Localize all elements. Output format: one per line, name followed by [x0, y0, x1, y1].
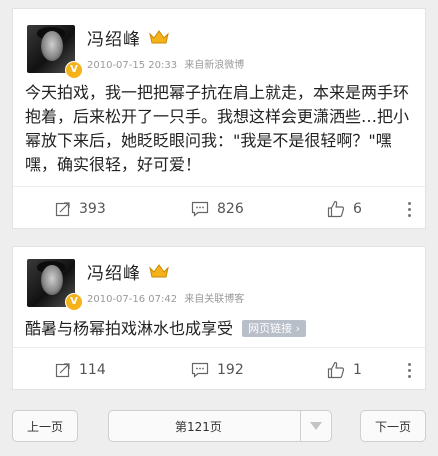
author-name[interactable]: 冯绍峰: [87, 25, 141, 50]
web-link-label: 网页链接: [248, 322, 293, 335]
prev-page-button[interactable]: 上一页: [12, 410, 78, 442]
comment-count: 192: [217, 362, 244, 378]
repost-button[interactable]: 114: [55, 348, 106, 392]
comment-button[interactable]: 192: [191, 348, 244, 392]
repost-icon: [55, 202, 70, 217]
post-content: 酷暑与杨幂拍戏淋水也成享受 网页链接 ›: [25, 317, 419, 341]
more-dots-icon[interactable]: [403, 348, 415, 392]
next-page-button[interactable]: 下一页: [360, 410, 426, 442]
comment-icon: [191, 362, 209, 378]
weibo-card: V 冯绍峰 2010-07-16 07:42 来自关联博客 酷暑与杨幂拍戏淋水也…: [12, 246, 426, 390]
crown-icon: [149, 264, 169, 278]
comment-icon: [191, 201, 209, 217]
like-button[interactable]: 1: [327, 348, 362, 392]
author-name[interactable]: 冯绍峰: [87, 259, 141, 284]
page-select[interactable]: 第121页: [108, 410, 332, 442]
action-bar: 393 826 6: [13, 186, 425, 231]
like-count: 1: [353, 362, 362, 378]
current-page-label: 第121页: [175, 419, 222, 434]
post-meta: 2010-07-16 07:42 来自关联博客: [87, 290, 244, 305]
post-source: 来自关联博客: [184, 294, 245, 305]
action-bar: 114 192 1: [13, 347, 425, 392]
comment-button[interactable]: 826: [191, 187, 244, 231]
chevron-down-icon: [300, 411, 331, 441]
post-meta: 2010-07-15 20:33 来自新浪微博: [87, 56, 244, 71]
repost-count: 393: [79, 201, 106, 217]
verified-badge-icon: V: [65, 61, 83, 79]
thumb-up-icon: [327, 361, 345, 379]
like-count: 6: [353, 201, 362, 217]
thumb-up-icon: [327, 200, 345, 218]
crown-icon: [149, 30, 169, 44]
web-link-tag[interactable]: 网页链接 ›: [242, 320, 307, 337]
post-text: 今天拍戏，我一把把幂子抗在肩上就走，本来是两手环抱着，后来松开了一只手。我想这样…: [25, 83, 410, 174]
repost-button[interactable]: 393: [55, 187, 106, 231]
post-time[interactable]: 2010-07-15 20:33: [87, 60, 177, 71]
comment-count: 826: [217, 201, 244, 217]
weibo-card: V 冯绍峰 2010-07-15 20:33 来自新浪微博 今天拍戏，我一把把幂…: [12, 8, 426, 229]
more-dots-icon[interactable]: [403, 187, 415, 231]
repost-icon: [55, 363, 70, 378]
repost-count: 114: [79, 362, 106, 378]
post-source: 来自新浪微博: [184, 60, 245, 71]
post-text: 酷暑与杨幂拍戏淋水也成享受: [25, 319, 234, 338]
post-time[interactable]: 2010-07-16 07:42: [87, 294, 177, 305]
verified-badge-icon: V: [65, 293, 83, 311]
like-button[interactable]: 6: [327, 187, 362, 231]
